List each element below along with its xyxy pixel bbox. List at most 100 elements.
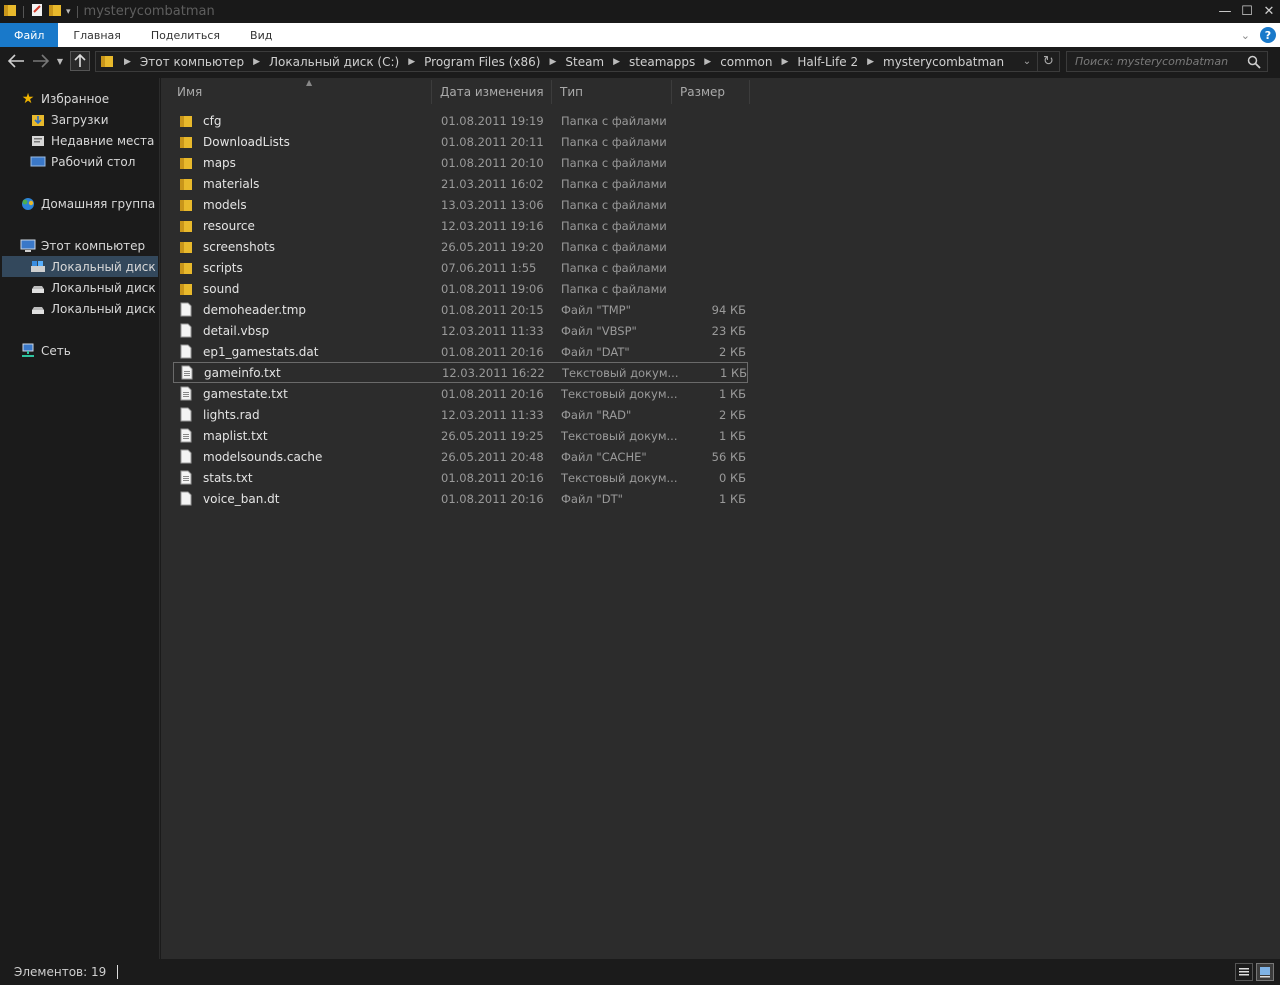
nav-favorites[interactable]: ★ Избранное bbox=[20, 88, 158, 109]
table-row[interactable]: materials 21.03.2011 16:02 Папка с файлами bbox=[173, 173, 748, 194]
table-row[interactable]: DownloadLists 01.08.2011 20:11 Папка с фай… bbox=[173, 131, 748, 152]
breadcrumb-item[interactable]: Program Files (x86) bbox=[424, 55, 540, 69]
tab-file[interactable]: Файл bbox=[0, 23, 59, 47]
minimize-button[interactable]: — bbox=[1214, 0, 1236, 22]
file-date: 26.05.2011 19:25 bbox=[441, 428, 544, 443]
column-header-type[interactable]: Тип bbox=[552, 80, 672, 104]
file-icon bbox=[178, 323, 194, 339]
chevron-right-icon[interactable]: ▶ bbox=[613, 57, 620, 67]
file-size: 1 КБ bbox=[719, 365, 747, 380]
properties-icon[interactable] bbox=[30, 3, 44, 20]
large-icons-view-button[interactable] bbox=[1256, 963, 1274, 981]
file-type: Папка с файлами bbox=[561, 218, 667, 233]
file-date: 01.08.2011 20:11 bbox=[441, 134, 544, 149]
nav-disk-d[interactable]: Локальный диск (D bbox=[30, 277, 158, 298]
breadcrumb-item[interactable]: steamapps bbox=[629, 55, 695, 69]
breadcrumb-item[interactable]: Этот компьютер bbox=[140, 55, 244, 69]
chevron-right-icon[interactable]: ▶ bbox=[704, 57, 711, 67]
network-icon bbox=[20, 343, 36, 359]
table-row[interactable]: cfg 01.08.2011 19:19 Папка с файлами bbox=[173, 110, 748, 131]
maximize-button[interactable]: ☐ bbox=[1236, 0, 1258, 22]
back-button[interactable] bbox=[5, 51, 27, 71]
nav-label: Локальный диск (C bbox=[51, 259, 158, 274]
search-box[interactable] bbox=[1066, 51, 1268, 72]
folder-icon bbox=[178, 218, 194, 234]
chevron-right-icon[interactable]: ▶ bbox=[549, 57, 556, 67]
nav-recent[interactable]: Недавние места bbox=[30, 130, 158, 151]
tab-share[interactable]: Поделиться bbox=[136, 23, 235, 47]
new-folder-icon[interactable] bbox=[48, 3, 62, 20]
forward-button[interactable] bbox=[30, 51, 52, 71]
table-row[interactable]: gameinfo.txt 12.03.2011 16:22 Текстовый до… bbox=[173, 362, 748, 383]
expand-ribbon-icon[interactable]: ⌄ bbox=[1241, 29, 1250, 42]
window-title: mysterycombatman bbox=[83, 4, 215, 19]
recent-locations-button[interactable]: ▼ bbox=[55, 51, 65, 71]
table-row[interactable]: demoheader.tmp 01.08.2011 20:15 Файл "TMP"… bbox=[173, 299, 748, 320]
nav-disk-e[interactable]: Локальный диск (E: bbox=[30, 298, 158, 319]
up-button[interactable] bbox=[70, 51, 90, 71]
file-date: 01.08.2011 19:19 bbox=[441, 113, 544, 128]
chevron-right-icon[interactable]: ▶ bbox=[408, 57, 415, 67]
search-input[interactable] bbox=[1067, 55, 1237, 68]
file-name: voice_ban.dt bbox=[203, 491, 280, 506]
table-row[interactable]: resource 12.03.2011 19:16 Папка с файлами bbox=[173, 215, 748, 236]
file-name: cfg bbox=[203, 113, 222, 128]
file-list: ▲ Имя Дата изменения Тип Размер cfg 01.08… bbox=[161, 78, 1280, 959]
nav-homegroup[interactable]: Домашняя группа bbox=[20, 193, 158, 214]
table-row[interactable]: maplist.txt 26.05.2011 19:25 Текстовый док… bbox=[173, 425, 748, 446]
table-row[interactable]: screenshots 26.05.2011 19:20 Папка с файла… bbox=[173, 236, 748, 257]
file-size: 0 КБ bbox=[718, 470, 746, 485]
column-header-size[interactable]: Размер bbox=[672, 80, 750, 104]
file-size: 2 КБ bbox=[718, 407, 746, 422]
close-button[interactable]: ✕ bbox=[1258, 0, 1280, 22]
breadcrumb-item[interactable]: Steam bbox=[565, 55, 604, 69]
table-row[interactable]: ep1_gamestats.dat 01.08.2011 20:16 Файл "D… bbox=[173, 341, 748, 362]
nav-downloads[interactable]: Загрузки bbox=[30, 109, 158, 130]
column-header-date[interactable]: Дата изменения bbox=[432, 80, 552, 104]
file-name: gamestate.txt bbox=[203, 386, 288, 401]
search-icon[interactable] bbox=[1247, 55, 1261, 72]
column-header-name[interactable]: ▲ Имя bbox=[169, 78, 432, 104]
chevron-right-icon[interactable]: ▶ bbox=[781, 57, 788, 67]
breadcrumb-item[interactable]: mysterycombatman bbox=[883, 55, 1004, 69]
breadcrumb-item[interactable]: common bbox=[720, 55, 772, 69]
downloads-icon bbox=[30, 112, 46, 128]
file-size: 94 КБ bbox=[711, 302, 746, 317]
chevron-right-icon[interactable]: ▶ bbox=[867, 57, 874, 67]
file-date: 01.08.2011 20:16 bbox=[441, 491, 544, 506]
file-date: 12.03.2011 11:33 bbox=[441, 323, 544, 338]
table-row[interactable]: scripts 07.06.2011 1:55 Папка с файлами bbox=[173, 257, 748, 278]
table-row[interactable]: stats.txt 01.08.2011 20:16 Текстовый докум… bbox=[173, 467, 748, 488]
tab-view[interactable]: Вид bbox=[235, 23, 287, 47]
file-type: Файл "CACHE" bbox=[561, 449, 647, 464]
file-type: Файл "DAT" bbox=[561, 344, 630, 359]
breadcrumb-item[interactable]: Half-Life 2 bbox=[797, 55, 858, 69]
help-icon[interactable]: ? bbox=[1260, 27, 1276, 43]
table-row[interactable]: detail.vbsp 12.03.2011 11:33 Файл "VBSP" 23… bbox=[173, 320, 748, 341]
nav-network[interactable]: Сеть bbox=[20, 340, 158, 361]
file-icon bbox=[178, 407, 194, 423]
file-type: Папка с файлами bbox=[561, 134, 667, 149]
table-row[interactable]: voice_ban.dt 01.08.2011 20:16 Файл "DT" 1 К… bbox=[173, 488, 748, 509]
table-row[interactable]: sound 01.08.2011 19:06 Папка с файлами bbox=[173, 278, 748, 299]
nav-desktop[interactable]: Рабочий стол bbox=[30, 151, 158, 172]
address-bar[interactable]: ▶ Этот компьютер ▶ Локальный диск (C:) ▶… bbox=[95, 51, 1060, 72]
table-row[interactable]: maps 01.08.2011 20:10 Папка с файлами bbox=[173, 152, 748, 173]
details-view-button[interactable] bbox=[1235, 963, 1253, 981]
ribbon-right-controls: ⌄ ? bbox=[1241, 23, 1276, 47]
table-row[interactable]: models 13.03.2011 13:06 Папка с файлами bbox=[173, 194, 748, 215]
chevron-right-icon[interactable]: ▶ bbox=[124, 57, 131, 67]
nav-disk-c[interactable]: Локальный диск (C bbox=[2, 256, 158, 277]
chevron-down-icon[interactable]: ⌄ bbox=[1017, 56, 1037, 67]
text-file-icon bbox=[178, 428, 194, 444]
breadcrumb-item[interactable]: Локальный диск (C:) bbox=[269, 55, 399, 69]
table-row[interactable]: gamestate.txt 01.08.2011 20:16 Текстовый д… bbox=[173, 383, 748, 404]
chevron-right-icon[interactable]: ▶ bbox=[253, 57, 260, 67]
chevron-down-icon[interactable]: ▾ bbox=[66, 7, 71, 17]
nav-this-pc[interactable]: Этот компьютер bbox=[20, 235, 158, 256]
folder-icon bbox=[178, 155, 194, 171]
table-row[interactable]: modelsounds.cache 26.05.2011 20:48 Файл "C… bbox=[173, 446, 748, 467]
table-row[interactable]: lights.rad 12.03.2011 11:33 Файл "RAD" 2 КБ bbox=[173, 404, 748, 425]
tab-home[interactable]: Главная bbox=[58, 23, 136, 47]
refresh-icon[interactable]: ↻ bbox=[1037, 52, 1059, 71]
